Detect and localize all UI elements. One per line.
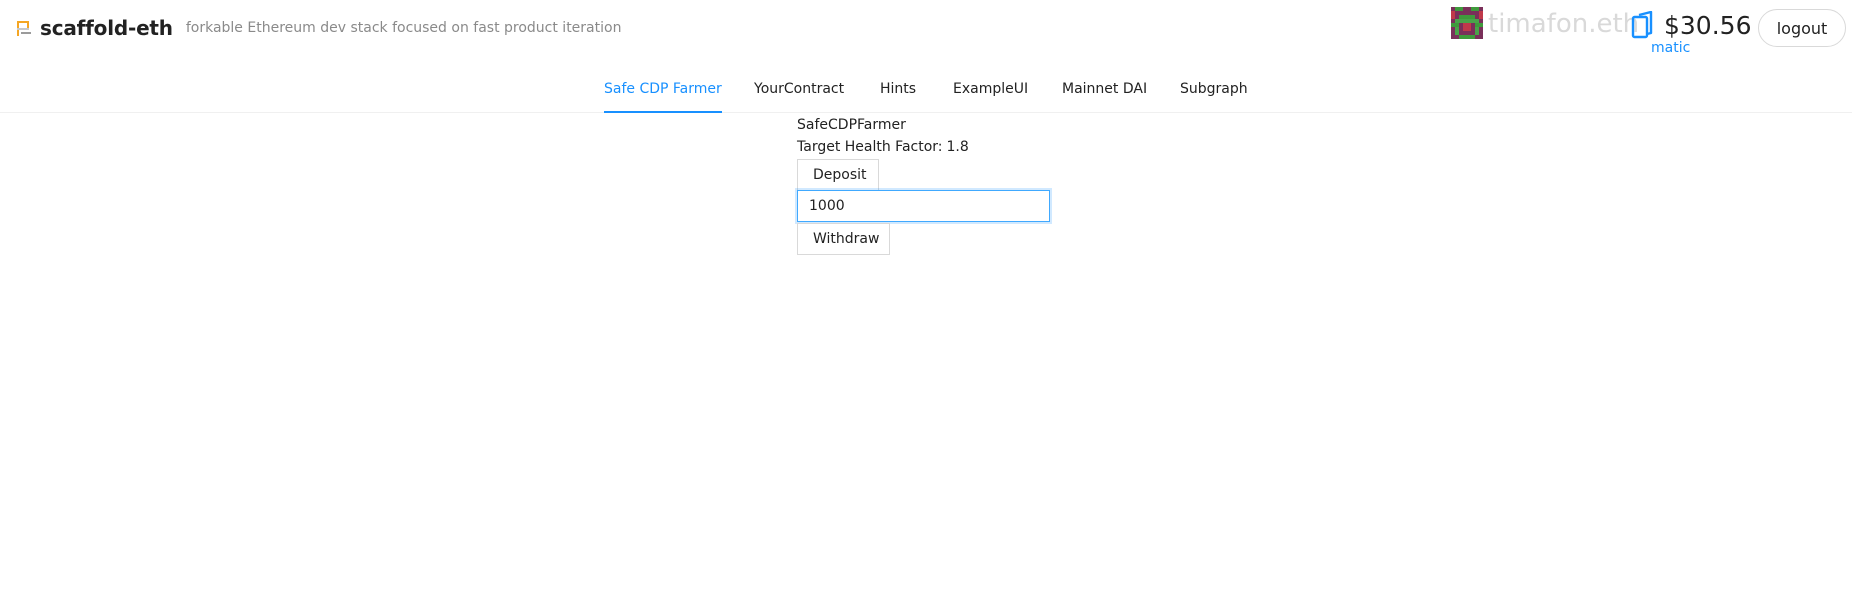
app-header: scaffold-eth forkable Ethereum dev stack…	[0, 0, 1852, 60]
logout-button[interactable]: logout	[1758, 9, 1846, 47]
contract-name: SafeCDPFarmer	[797, 117, 906, 133]
withdraw-button[interactable]: Withdraw	[797, 223, 890, 255]
deposit-button[interactable]: Deposit	[797, 159, 879, 191]
app-title: scaffold-eth	[40, 16, 173, 40]
tab-hints[interactable]: Hints	[880, 60, 916, 113]
health-factor-row: Target Health Factor: 1.8	[797, 139, 969, 155]
scaffold-icon	[16, 18, 38, 38]
tab-safe-cdp-farmer[interactable]: Safe CDP Farmer	[604, 60, 722, 113]
balance[interactable]: $30.56	[1664, 11, 1751, 40]
health-factor-value: 1.8	[946, 139, 969, 155]
blockie-avatar	[1451, 7, 1483, 39]
amount-input[interactable]	[797, 190, 1050, 222]
ens-name-link[interactable]: timafon.eth	[1488, 9, 1639, 39]
health-factor-label: Target Health Factor:	[797, 139, 943, 155]
app-subtitle: forkable Ethereum dev stack focused on f…	[185, 20, 622, 36]
tab-yourcontract[interactable]: YourContract	[754, 60, 844, 113]
brand[interactable]: scaffold-eth forkable Ethereum dev stack…	[16, 16, 621, 40]
nav-menu: Safe CDP Farmer YourContract Hints Examp…	[0, 60, 1852, 113]
tab-mainnet-dai[interactable]: Mainnet DAI	[1062, 60, 1147, 113]
wallet-icon[interactable]	[1631, 10, 1655, 41]
network-label: matic	[1651, 40, 1691, 56]
tab-exampleui[interactable]: ExampleUI	[953, 60, 1028, 113]
tab-subgraph[interactable]: Subgraph	[1180, 60, 1248, 113]
